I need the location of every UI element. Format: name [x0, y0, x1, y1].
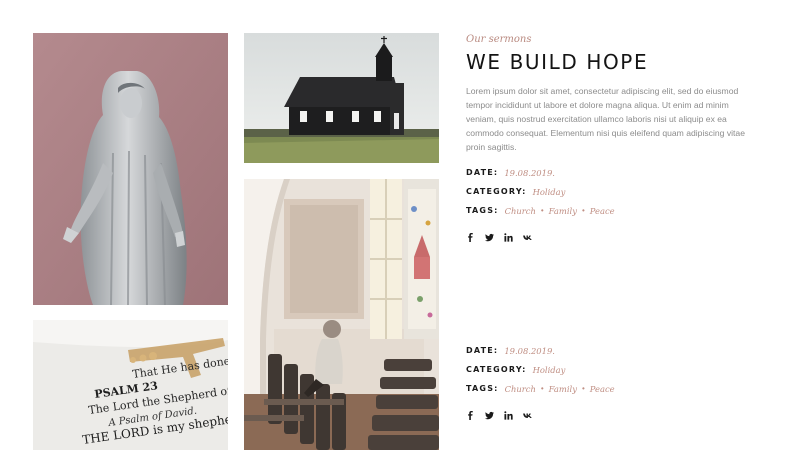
tag-separator: •	[581, 206, 585, 215]
linkedin-icon[interactable]	[504, 411, 513, 420]
category-link[interactable]: Holiday	[533, 365, 566, 375]
tag-link-peace[interactable]: Peace	[590, 206, 615, 216]
vk-icon[interactable]	[523, 411, 532, 420]
social-links	[466, 233, 615, 242]
tag-link-church[interactable]: Church	[505, 384, 536, 394]
tag-separator: •	[540, 384, 544, 393]
category-row: CATEGORY: Holiday	[466, 360, 615, 379]
sermon-description: Lorem ipsum dolor sit amet, consectetur …	[466, 86, 745, 152]
facebook-icon[interactable]	[466, 233, 475, 242]
date-value: 19.08.2019.	[504, 167, 555, 178]
tags-label: TAGS:	[466, 384, 499, 393]
church-interior-photo[interactable]	[244, 179, 439, 450]
linkedin-icon[interactable]	[504, 233, 513, 242]
date-value: 19.08.2019.	[504, 345, 555, 356]
date-row: DATE: 19.08.2019.	[466, 163, 615, 182]
date-row: DATE: 19.08.2019.	[466, 341, 615, 360]
tags-label: TAGS:	[466, 206, 499, 215]
tag-link-family[interactable]: Family	[549, 384, 577, 394]
tag-separator: •	[581, 384, 585, 393]
tag-link-peace[interactable]: Peace	[590, 384, 615, 394]
tag-link-family[interactable]: Family	[549, 206, 577, 216]
social-links	[466, 411, 615, 420]
sermon-intro: Our sermons WE BUILD HOPE Lorem ipsum do…	[466, 34, 756, 154]
facebook-icon[interactable]	[466, 411, 475, 420]
tag-link-church[interactable]: Church	[505, 206, 536, 216]
category-label: CATEGORY:	[466, 187, 527, 196]
tag-separator: •	[540, 206, 544, 215]
church-photo[interactable]	[244, 33, 439, 163]
vk-icon[interactable]	[523, 233, 532, 242]
section-kicker: Our sermons	[466, 34, 532, 45]
tags-row: TAGS: Church • Family • Peace	[466, 379, 615, 398]
twitter-icon[interactable]	[485, 411, 494, 420]
tags-row: TAGS: Church • Family • Peace	[466, 201, 615, 220]
date-label: DATE:	[466, 346, 499, 355]
page-title: WE BUILD HOPE	[466, 50, 649, 74]
category-label: CATEGORY:	[466, 365, 527, 374]
twitter-icon[interactable]	[485, 233, 494, 242]
category-link[interactable]: Holiday	[533, 187, 566, 197]
bible-photo[interactable]: That He has done this. PSALM 23 The Lord…	[33, 320, 228, 450]
date-label: DATE:	[466, 168, 499, 177]
sermon-meta-1: DATE: 19.08.2019. CATEGORY: Holiday TAGS…	[466, 163, 615, 242]
category-row: CATEGORY: Holiday	[466, 182, 615, 201]
sermon-meta-2: DATE: 19.08.2019. CATEGORY: Holiday TAGS…	[466, 341, 615, 420]
statue-photo[interactable]	[33, 33, 228, 305]
